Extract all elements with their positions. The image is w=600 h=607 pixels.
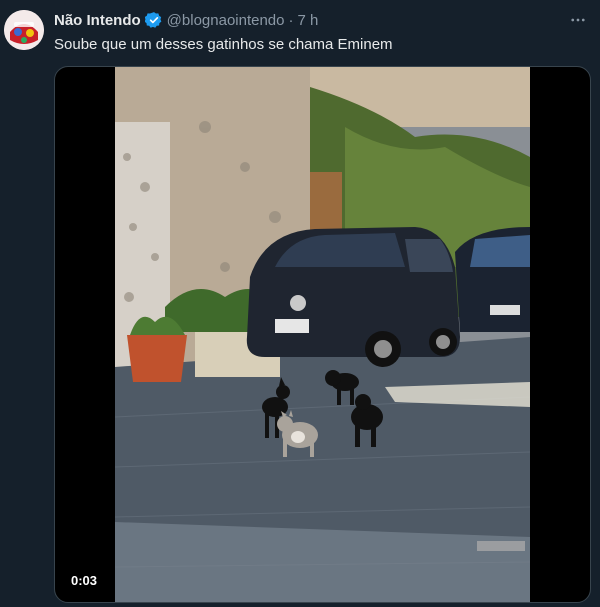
author-name[interactable]: Não Intendo [54, 12, 141, 29]
tweet-header: Não Intendo @blognaointendo · 7 h [54, 10, 318, 30]
author-handle[interactable]: @blognaointendo [167, 12, 285, 29]
separator-dot: · [288, 11, 294, 29]
tweet: Não Intendo @blognaointendo · 7 h Soube … [0, 0, 600, 607]
avatar[interactable] [4, 10, 44, 50]
video-duration: 0:03 [71, 573, 98, 588]
video-player[interactable]: 0:03 [54, 66, 591, 603]
tweet-text: Soube que um desses gatinhos se chama Em… [54, 36, 393, 53]
timestamp[interactable]: 7 h [298, 12, 319, 29]
video-frame[interactable] [115, 67, 530, 602]
more-options-icon[interactable] [566, 8, 590, 32]
verified-badge-icon[interactable] [144, 11, 163, 29]
